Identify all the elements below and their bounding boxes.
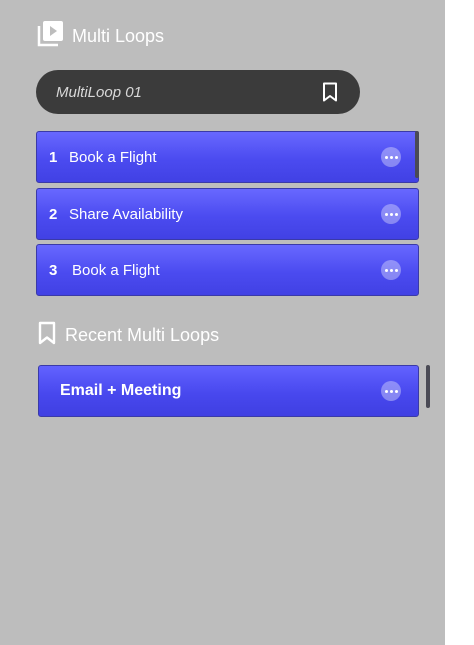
loop-item-3[interactable]: 3 Book a Flight bbox=[36, 244, 419, 296]
loop-item-1[interactable]: 1 Book a Flight bbox=[36, 131, 419, 183]
bookmark-icon bbox=[37, 321, 57, 350]
current-multiloop-name: MultiLoop 01 bbox=[56, 83, 142, 101]
recent-item-title: Email + Meeting bbox=[60, 382, 182, 399]
loop-item-title: Book a Flight bbox=[72, 261, 160, 279]
loop-item-number: 1 bbox=[49, 148, 58, 166]
current-multiloop-pill[interactable]: MultiLoop 01 bbox=[36, 70, 360, 114]
loop-item-number: 3 bbox=[49, 261, 58, 279]
play-library-icon bbox=[37, 20, 64, 52]
loop-item-title: Share Availability bbox=[69, 205, 183, 223]
more-options-icon[interactable] bbox=[381, 204, 401, 224]
bookmark-icon[interactable] bbox=[322, 82, 338, 102]
multi-loops-panel: Multi Loops MultiLoop 01 1 Book a Flight… bbox=[0, 0, 445, 645]
recent-item-1[interactable]: Email + Meeting bbox=[38, 365, 419, 417]
list-scrollbar-thumb[interactable] bbox=[415, 131, 419, 178]
recent-scrollbar-thumb[interactable] bbox=[426, 365, 430, 408]
multi-loops-header: Multi Loops bbox=[37, 20, 164, 52]
more-options-icon[interactable] bbox=[381, 260, 401, 280]
more-options-icon[interactable] bbox=[381, 147, 401, 167]
recent-multi-loops-header: Recent Multi Loops bbox=[37, 321, 219, 350]
loop-item-title: Book a Flight bbox=[69, 148, 157, 166]
more-options-icon[interactable] bbox=[381, 381, 401, 401]
multi-loops-title: Multi Loops bbox=[72, 25, 165, 46]
loop-item-2[interactable]: 2 Share Availability bbox=[36, 188, 419, 240]
loop-item-number: 2 bbox=[49, 205, 58, 223]
recent-multi-loops-title: Recent Multi Loops bbox=[65, 325, 220, 345]
